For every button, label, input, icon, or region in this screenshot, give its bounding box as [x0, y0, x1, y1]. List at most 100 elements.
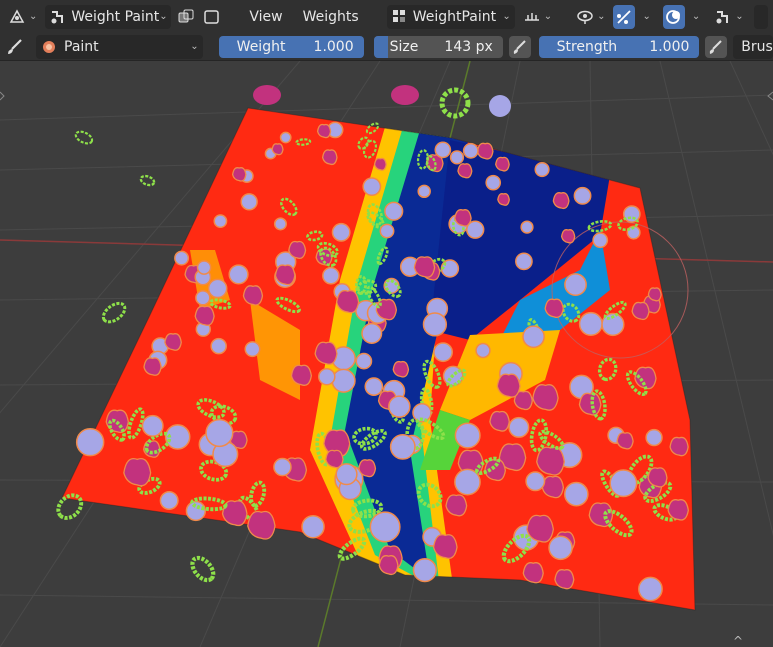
monkey-object: [247, 510, 276, 540]
workspace-selector[interactable]: WeightPaint ⌄: [386, 4, 515, 29]
sphere-object: [454, 422, 481, 449]
monkey-object: [522, 562, 544, 584]
chevron-down-icon: ⌄: [543, 11, 553, 22]
sphere-object: [462, 142, 479, 159]
sphere-object: [645, 428, 663, 447]
local-view-toggle-button[interactable]: [201, 5, 223, 29]
sphere-object: [563, 481, 589, 507]
viewport-header: ⌄ Weight Paint ⌄ View Weights WeightPain…: [0, 0, 773, 33]
sphere-object: [379, 223, 395, 239]
sphere-object: [159, 490, 179, 511]
sphere-object: [75, 427, 105, 457]
monkey-object: [392, 360, 410, 378]
gizmo-icon: [8, 8, 26, 26]
sphere-object: [573, 186, 592, 205]
sphere-object: [335, 463, 358, 486]
sphere-object: [205, 418, 234, 448]
sphere-object: [361, 322, 383, 344]
monkey-object: [631, 301, 650, 321]
snap-icon: [615, 8, 633, 26]
brush-menu-button[interactable]: Brus: [733, 34, 773, 59]
monkey-object: [194, 305, 215, 326]
monkey-object: [373, 157, 387, 171]
size-slider[interactable]: Size 143 px: [373, 35, 503, 58]
brush-selector[interactable]: Paint ⌄: [36, 34, 203, 59]
monkey-object: [358, 459, 377, 478]
sphere-object: [279, 131, 292, 144]
sphere-object: [331, 222, 351, 242]
monkey-object: [669, 436, 689, 457]
strength-label: Strength: [556, 38, 618, 55]
xray-toggle-button[interactable]: [175, 5, 197, 29]
workspace-label: WeightPaint: [412, 8, 497, 25]
3d-viewport[interactable]: ^: [0, 61, 773, 647]
monkey-object: [647, 467, 668, 488]
sphere-object: [322, 266, 340, 285]
sphere-object: [434, 141, 452, 159]
monkey-object: [271, 143, 284, 156]
xray-toggle-icon: [177, 8, 195, 26]
sphere-object: [174, 250, 190, 266]
pressure-icon[interactable]: [705, 35, 728, 58]
sphere-object: [369, 511, 401, 543]
sphere-object: [207, 278, 228, 299]
transform-gizmo-button[interactable]: ⌄: [4, 5, 41, 29]
visibility-icon: [576, 8, 594, 26]
square-icon: [203, 8, 221, 26]
sphere-object: [388, 395, 411, 418]
monkey-object: [231, 167, 247, 182]
torus-object: [439, 87, 471, 119]
right-panel-toggle-icon[interactable]: [767, 91, 773, 101]
monkey-object: [445, 494, 468, 517]
chevron-down-icon[interactable]: ⌄: [642, 11, 650, 22]
overlay-toggle-button[interactable]: [662, 4, 685, 29]
brush-tool-icon[interactable]: [6, 38, 24, 56]
sphere-object: [475, 342, 491, 359]
mode-selector[interactable]: Weight Paint ⌄: [45, 4, 172, 29]
monkey-object: [316, 123, 332, 139]
chevron-down-icon[interactable]: ⌄: [692, 11, 700, 22]
monkey-object: [253, 85, 281, 105]
strength-slider[interactable]: Strength 1.000: [538, 35, 700, 58]
monkey-object: [164, 333, 182, 351]
snap-toggle-button[interactable]: [613, 4, 636, 29]
sphere-object: [520, 220, 534, 234]
weight-slider[interactable]: Weight 1.000: [218, 35, 364, 58]
monkey-object: [457, 163, 473, 179]
brush-menu-label: Brus: [741, 38, 773, 55]
sphere-object: [273, 457, 292, 477]
sphere-object: [465, 220, 485, 239]
shading-button[interactable]: ⌄: [710, 5, 747, 29]
monkey-object: [314, 341, 338, 365]
sphere-object: [592, 232, 609, 249]
monkey-object: [552, 192, 570, 210]
left-panel-toggle-icon[interactable]: [0, 91, 5, 101]
pressure-icon[interactable]: [508, 35, 531, 58]
sphere-object: [522, 325, 545, 349]
visibility-button[interactable]: ⌄: [572, 5, 609, 29]
chevron-down-icon: ⌄: [159, 11, 168, 22]
sphere-object: [240, 193, 258, 211]
sphere-object: [210, 337, 227, 355]
monkey-object: [578, 392, 602, 416]
symmetry-button[interactable]: ⌄: [519, 5, 556, 29]
more-button[interactable]: [753, 4, 768, 29]
monkey-object: [476, 142, 494, 160]
monkey-object: [667, 499, 689, 521]
sphere-object: [141, 414, 164, 437]
menu-weights[interactable]: Weights: [295, 9, 367, 25]
size-value: 143 px: [444, 38, 493, 55]
sphere-object: [525, 471, 546, 492]
monkey-object: [288, 240, 307, 260]
chevron-down-icon: ⌄: [29, 11, 38, 22]
sphere-object: [534, 161, 550, 178]
monkey-object: [242, 285, 264, 306]
monkey-object: [497, 193, 510, 206]
monkey-object: [336, 290, 360, 314]
sphere-object: [244, 341, 261, 358]
sphere-object: [578, 311, 603, 336]
chevron-down-icon: ⌄: [190, 41, 199, 52]
sphere-object: [273, 217, 288, 231]
menu-view[interactable]: View: [241, 9, 290, 25]
navigation-chevron-icon[interactable]: ^: [733, 634, 743, 647]
